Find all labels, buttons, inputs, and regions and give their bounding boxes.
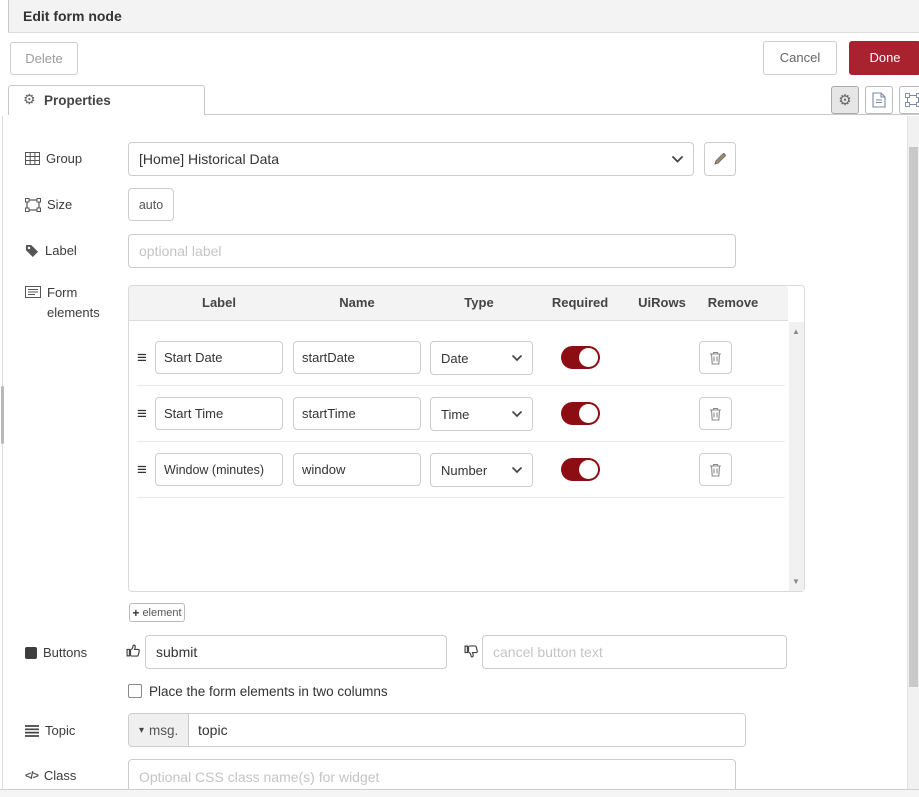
tray-left-border [2,116,3,789]
col-header-type: Type [464,295,493,310]
trash-icon [709,463,722,477]
label-field-label: Label [25,243,77,258]
two-columns-label: Place the form elements in two columns [149,684,388,699]
col-header-remove: Remove [708,295,759,310]
group-select-value: [Home] Historical Data [139,151,279,167]
page-scrollbar-thumb[interactable] [909,147,918,687]
dialog-header: Edit form node [8,0,919,33]
resize-icon [25,198,41,212]
chevron-down-icon [512,411,522,418]
grid-icon [25,152,40,165]
edit-group-button[interactable] [704,142,736,176]
appearance-icon [905,93,919,107]
size-field-label: Size [25,197,72,212]
element-label-input[interactable] [155,453,283,486]
thumbs-down-icon [464,644,479,659]
chevron-down-icon [512,355,522,362]
dialog-title: Edit form node [23,8,122,24]
plus-icon: + [132,606,139,620]
group-select[interactable]: [Home] Historical Data [128,142,694,176]
scroll-up-icon[interactable]: ▲ [792,327,800,336]
bars-icon [25,725,39,737]
element-name-input[interactable] [293,397,421,430]
row-separator [137,385,785,386]
required-toggle[interactable] [561,346,600,369]
form-elements-table [128,285,805,592]
cancel-button-text-input[interactable] [482,635,787,669]
tray-resize-grip[interactable] [1,386,4,444]
remove-element-button[interactable] [699,341,732,374]
form-elements-field-label: Form elements [25,283,117,323]
element-type-select[interactable]: Number [430,453,533,487]
topic-value-input[interactable] [189,714,745,746]
remove-element-button[interactable] [699,397,732,430]
topic-typed-input: ▾ msg. [128,713,746,747]
required-toggle[interactable] [561,402,600,425]
done-button[interactable]: Done [849,41,919,75]
element-label-input[interactable] [155,341,283,374]
row-separator [137,441,785,442]
size-button[interactable]: auto [128,188,174,221]
submit-button-text-input[interactable] [145,635,447,669]
label-input[interactable] [128,234,736,268]
description-panel-button[interactable] [865,86,893,114]
list-alt-icon [25,286,41,298]
pencil-icon [713,152,727,166]
element-type-select[interactable]: Time [430,397,533,431]
class-field-label: </> Class [25,768,76,783]
square-icon [25,647,37,659]
col-header-label: Label [202,295,236,310]
code-icon: </> [25,770,38,782]
topic-field-label: Topic [25,723,75,738]
gear-icon: ⚙ [838,91,851,109]
group-field-label: Group [25,151,82,166]
two-columns-checkbox[interactable] [128,684,142,698]
add-element-button[interactable]: + element [129,603,185,622]
trash-icon [709,407,722,421]
col-header-required: Required [552,295,608,310]
delete-button[interactable]: Delete [10,42,78,75]
tray-footer-edge [0,789,919,797]
remove-element-button[interactable] [699,453,732,486]
thumbs-up-icon [126,643,141,658]
topic-type-label: msg. [149,723,178,738]
tag-icon [25,244,39,258]
element-name-input[interactable] [293,453,421,486]
gear-icon: ⚙ [23,91,36,108]
trash-icon [709,351,722,365]
element-label-input[interactable] [155,397,283,430]
caret-down-icon: ▾ [139,725,144,736]
drag-handle[interactable]: ≡ [137,461,147,478]
element-name-input[interactable] [293,341,421,374]
col-header-uirows: UiRows [638,295,686,310]
chevron-down-icon [512,467,522,474]
chevron-down-icon [672,156,683,163]
tab-properties-label: Properties [44,93,111,108]
col-header-name: Name [339,295,374,310]
document-icon [872,92,886,108]
topic-type-selector[interactable]: ▾ msg. [129,714,189,746]
element-type-select[interactable]: Date [430,341,533,375]
buttons-field-label: Buttons [25,645,87,660]
scroll-down-icon[interactable]: ▼ [792,577,800,586]
required-toggle[interactable] [561,458,600,481]
cancel-button[interactable]: Cancel [763,41,837,75]
tab-properties[interactable]: ⚙ Properties [8,85,205,115]
table-scrollbar-track[interactable] [789,322,804,591]
drag-handle[interactable]: ≡ [137,349,147,366]
drag-handle[interactable]: ≡ [137,405,147,422]
properties-panel-button[interactable]: ⚙ [831,86,859,114]
row-separator [137,497,785,498]
appearance-panel-button[interactable] [899,86,919,114]
